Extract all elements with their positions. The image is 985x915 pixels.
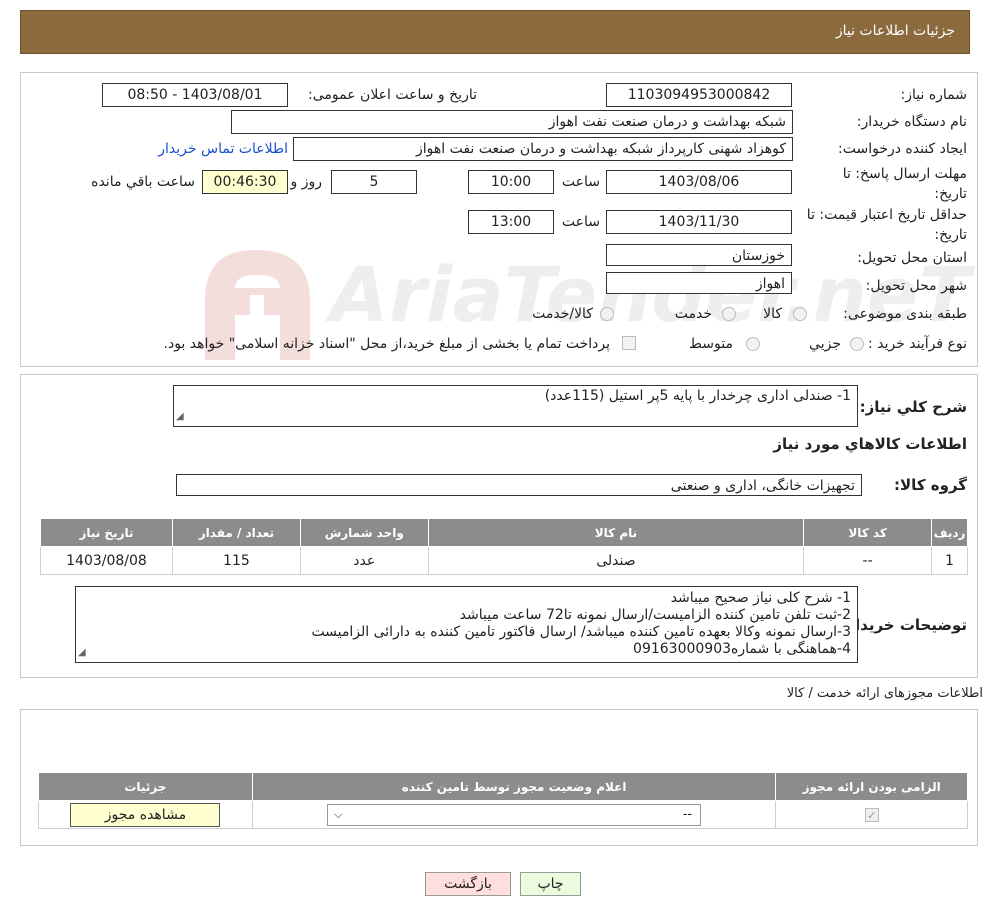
deadline-date-field: 1403/08/06 xyxy=(606,170,792,194)
buyer-notes-label: توضيحات خريدار: xyxy=(840,616,967,634)
process-label: نوع فرآیند خرید : xyxy=(868,336,967,352)
process-medium-label: متوسط xyxy=(689,336,733,352)
validity-label: حداقل تاریخ اعتبار قیمت: تا تاریخ: xyxy=(797,205,967,245)
buyer-contact-link[interactable]: اطلاعات تماس خریدار xyxy=(158,141,288,157)
remaining-label: ساعت باقي مانده xyxy=(91,174,195,190)
remaining-time-field: 00:46:30 xyxy=(202,170,288,194)
permit-status-cell: -- ⌵ xyxy=(251,800,777,829)
permit-required-cell: ✓ xyxy=(775,800,968,829)
col-permit-status: اعلام وضعیت مجوز توسط تامین کننده xyxy=(251,772,777,801)
creator-label: ایجاد کننده درخواست: xyxy=(838,141,967,157)
permits-table-header: الزامی بودن ارائه مجوز اعلام وضعیت مجوز … xyxy=(38,772,968,801)
view-permit-button[interactable]: مشاهده مجوز xyxy=(70,802,221,827)
summary-text: 1- صندلی اداری چرخدار با پایه 5پر استیل … xyxy=(544,388,851,404)
announce-label: تاریخ و ساعت اعلان عمومی: xyxy=(308,87,477,103)
announce-field: 1403/08/01 - 08:50 xyxy=(102,83,288,107)
process-medium-radio[interactable] xyxy=(746,337,760,351)
goods-table-header: رديف كد كالا نام كالا واحد شمارش تعداد /… xyxy=(40,518,968,547)
permit-details-cell: مشاهده مجوز xyxy=(38,800,253,829)
col-code: كد كالا xyxy=(803,518,933,547)
permit-status-value: -- xyxy=(682,806,693,822)
need-number-label: شماره نیاز: xyxy=(900,87,968,103)
validity-time-label: ساعت xyxy=(561,214,600,230)
permit-required-checkbox[interactable]: ✓ xyxy=(864,807,879,822)
col-name: نام كالا xyxy=(427,518,805,547)
summary-label: شرح كلي نياز: xyxy=(859,398,967,416)
col-qty: تعداد / مقدار xyxy=(171,518,301,547)
validity-time-field: 13:00 xyxy=(468,210,554,234)
category-label: طبقه بندی موضوعی: xyxy=(843,306,967,322)
goods-group-field: تجهیزات خانگی، اداری و صنعتی xyxy=(176,474,862,496)
table-row: 1 -- صندلی عدد 115 1403/08/08 xyxy=(40,546,968,575)
cell-date: 1403/08/08 xyxy=(40,546,173,575)
buyer-note-line-2: 2-ثبت تلفن تامین کننده الزامیست/ارسال نم… xyxy=(459,607,851,623)
print-button[interactable]: چاپ xyxy=(520,872,581,896)
need-number-field: 1103094953000842 xyxy=(606,83,792,107)
category-goods-service-radio[interactable] xyxy=(600,307,614,321)
treasury-payment-checkbox[interactable] xyxy=(622,336,636,350)
deadline-time-field: 10:00 xyxy=(468,170,554,194)
goods-table: رديف كد كالا نام كالا واحد شمارش تعداد /… xyxy=(40,518,968,575)
table-row: ✓ -- ⌵ مشاهده مجوز xyxy=(38,800,968,829)
city-label: شهر محل تحویل: xyxy=(865,278,967,294)
buyer-org-label: نام دستگاه خریدار: xyxy=(856,114,967,130)
buyer-note-line-3: 3-ارسال نمونه وکالا بعهده تامین کننده می… xyxy=(311,624,851,640)
buyer-org-field: شبکه بهداشت و درمان صنعت نفت اهواز xyxy=(231,110,793,134)
cell-row: 1 xyxy=(931,546,968,575)
cell-qty: 115 xyxy=(171,546,301,575)
payment-note: پرداخت تمام یا بخشی از مبلغ خرید،از محل … xyxy=(163,336,610,352)
cell-unit: عدد xyxy=(299,546,429,575)
resize-grip-icon[interactable]: ◢ xyxy=(176,408,184,425)
chevron-down-icon: ⌵ xyxy=(334,807,343,821)
goods-group-label: گروه كالا: xyxy=(894,476,967,494)
permit-status-select[interactable]: -- ⌵ xyxy=(327,803,702,826)
col-permit-details: جزئیات xyxy=(38,772,253,801)
province-label: استان محل تحویل: xyxy=(857,250,967,266)
col-row: رديف xyxy=(931,518,968,547)
category-service-radio[interactable] xyxy=(722,307,736,321)
creator-field: کوهزاد شهنی کارپرداز شبکه بهداشت و درمان… xyxy=(293,137,793,161)
process-minor-radio[interactable] xyxy=(850,337,864,351)
city-field: اهواز xyxy=(606,272,792,294)
validity-label-text: حداقل تاریخ اعتبار قیمت: تا تاریخ: xyxy=(806,207,967,243)
buyer-notes-textarea[interactable]: 1- شرح کلی نیاز صحیح میباشد 2-ثبت تلفن ت… xyxy=(75,586,858,663)
resize-grip-icon[interactable]: ◢ xyxy=(78,644,86,661)
category-service-label: خدمت xyxy=(674,306,712,322)
col-permit-required: الزامی بودن ارائه مجوز xyxy=(775,772,968,801)
page-title: جزئیات اطلاعات نیاز xyxy=(835,23,955,39)
buyer-note-line-4: 4-هماهنگی با شماره09163000903 xyxy=(633,641,851,657)
goods-section-title: اطلاعات كالاهاي مورد نياز xyxy=(773,435,967,453)
back-button[interactable]: بازگشت xyxy=(425,872,511,896)
summary-textarea[interactable]: 1- صندلی اداری چرخدار با پایه 5پر استیل … xyxy=(173,385,858,427)
permits-title: اطلاعات مجوزهای ارائه خدمت / کالا xyxy=(786,686,983,701)
category-goods-service-label: کالا/خدمت xyxy=(532,306,593,322)
permits-table: الزامی بودن ارائه مجوز اعلام وضعیت مجوز … xyxy=(38,772,968,829)
deadline-label: مهلت ارسال پاسخ: تا تاریخ: xyxy=(817,164,967,204)
category-goods-label: کالا xyxy=(763,306,782,322)
days-label: روز و xyxy=(290,174,323,190)
deadline-label-text: مهلت ارسال پاسخ: تا تاریخ: xyxy=(842,166,967,202)
cell-code: -- xyxy=(803,546,933,575)
province-field: خوزستان xyxy=(606,244,792,266)
cell-name: صندلی xyxy=(427,546,805,575)
deadline-time-label: ساعت xyxy=(561,174,600,190)
validity-date-field: 1403/11/30 xyxy=(606,210,792,234)
process-minor-label: جزيي xyxy=(809,336,841,352)
days-field: 5 xyxy=(331,170,417,194)
category-goods-radio[interactable] xyxy=(793,307,807,321)
page-header: جزئیات اطلاعات نیاز xyxy=(20,10,970,54)
col-unit: واحد شمارش xyxy=(299,518,429,547)
buyer-note-line-1: 1- شرح کلی نیاز صحیح میباشد xyxy=(670,590,851,606)
col-date: تاريخ نياز xyxy=(40,518,173,547)
